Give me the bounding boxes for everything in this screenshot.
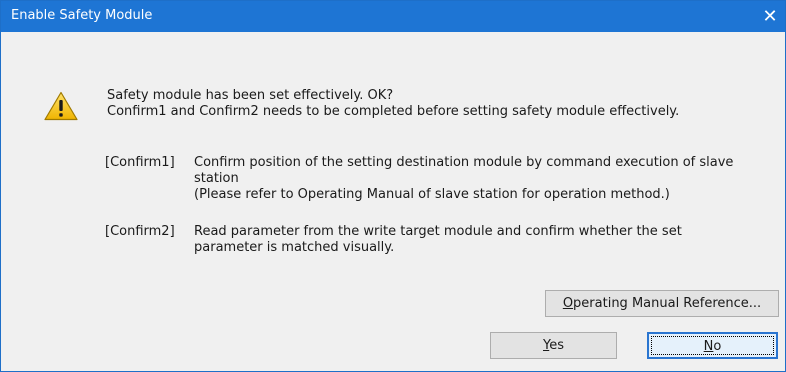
message-line-1: Safety module has been set effectively. …: [107, 88, 394, 103]
close-icon: ✕: [762, 6, 778, 27]
enable-safety-module-dialog: Enable Safety Module ✕ Safety module has…: [0, 0, 786, 372]
manual-mnemonic: O: [562, 296, 574, 311]
yes-button[interactable]: Yes: [490, 332, 617, 359]
no-mnemonic: N: [703, 339, 714, 354]
confirm1-line-1: Confirm position of the setting destinat…: [194, 155, 734, 170]
no-button[interactable]: No: [647, 332, 778, 359]
confirm2-line-2: parameter is matched visually.: [194, 240, 395, 255]
confirm1-tag: [Confirm1]: [105, 155, 175, 170]
close-button[interactable]: ✕: [755, 1, 785, 32]
title-bar[interactable]: Enable Safety Module ✕: [1, 1, 785, 32]
confirm2-line-1: Read parameter from the write target mod…: [194, 224, 682, 239]
manual-label: perating Manual Reference...: [573, 296, 762, 311]
confirm1-line-3: (Please refer to Operating Manual of sla…: [194, 187, 670, 202]
confirm1-line-2: station: [194, 171, 239, 186]
warning-icon: [44, 91, 78, 121]
no-label: o: [713, 339, 722, 354]
confirm2-tag: [Confirm2]: [105, 224, 175, 239]
yes-label: es: [549, 338, 564, 353]
dialog-title: Enable Safety Module: [11, 8, 153, 23]
message-line-2: Confirm1 and Confirm2 needs to be comple…: [107, 104, 680, 119]
operating-manual-reference-button[interactable]: Operating Manual Reference...: [545, 290, 779, 317]
